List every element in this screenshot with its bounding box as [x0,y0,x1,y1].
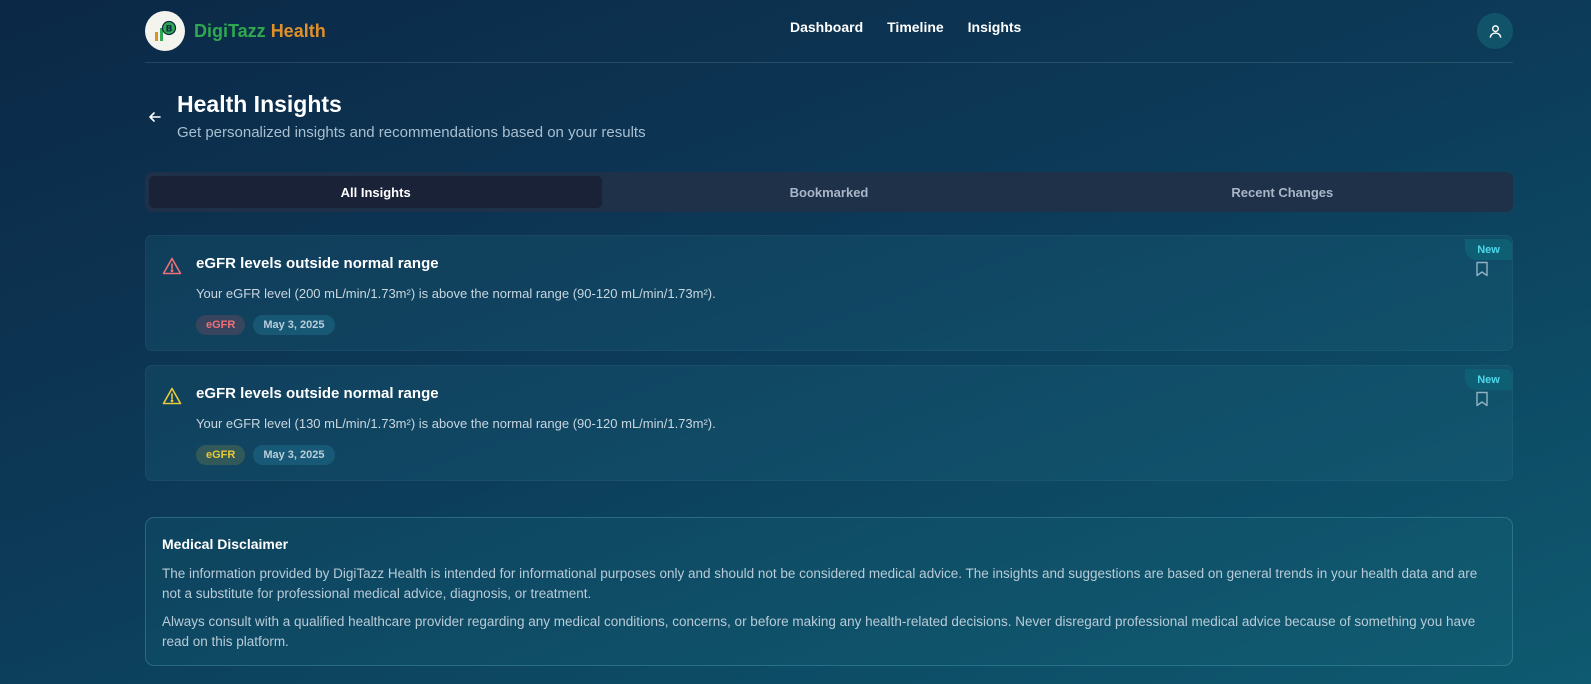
arrow-left-icon [149,112,161,122]
nav-dashboard[interactable]: Dashboard [790,19,863,35]
insight-description: Your eGFR level (200 mL/min/1.73m²) is a… [196,286,716,301]
bookmark-icon[interactable] [1475,261,1489,277]
medical-disclaimer: Medical Disclaimer The information provi… [145,517,1513,666]
insight-title: eGFR levels outside normal range [196,385,439,402]
disclaimer-title: Medical Disclaimer [162,536,289,552]
top-bar: B DigiTazz Health Dashboard Timeline Ins… [145,0,1513,63]
insight-title: eGFR levels outside normal range [196,255,439,272]
insight-tags: eGFR May 3, 2025 [196,445,335,465]
brand-name: DigiTazz Health [194,21,326,42]
date-tag: May 3, 2025 [253,315,335,335]
user-icon [1489,24,1501,38]
heading-text: Health Insights Get personalized insight… [177,90,646,141]
brand-name-part1: DigiTazz [194,20,266,41]
disclaimer-paragraph: The information provided by DigiTazz Hea… [162,566,1478,601]
chart-logo-icon: B [145,11,185,51]
insight-tags: eGFR May 3, 2025 [196,315,335,335]
new-badge: New [1465,369,1512,390]
nav-timeline[interactable]: Timeline [887,19,944,35]
date-tag: May 3, 2025 [253,445,335,465]
page-heading: Health Insights Get personalized insight… [145,90,646,141]
tab-bookmarked[interactable]: Bookmarked [602,176,1055,208]
tab-recent-changes[interactable]: Recent Changes [1056,176,1509,208]
new-badge: New [1465,239,1512,260]
metric-tag[interactable]: eGFR [196,445,246,465]
user-menu-button[interactable] [1477,13,1513,49]
page-title: Health Insights [177,91,342,117]
tab-all-insights[interactable]: All Insights [149,176,603,208]
brand-name-part2: Health [270,20,326,41]
main-nav: Dashboard Timeline Insights [790,19,1021,35]
alert-triangle-icon [162,387,182,405]
alert-triangle-icon [162,257,182,275]
insight-card[interactable]: eGFR levels outside normal range Your eG… [145,235,1513,351]
back-button[interactable] [145,107,165,127]
bookmark-icon[interactable] [1475,391,1489,407]
page-container: B DigiTazz Health Dashboard Timeline Ins… [145,0,1513,666]
svg-text:B: B [166,25,173,35]
insight-card[interactable]: eGFR levels outside normal range Your eG… [145,365,1513,481]
nav-insights[interactable]: Insights [968,19,1022,35]
brand[interactable]: B DigiTazz Health [145,11,326,51]
metric-tag[interactable]: eGFR [196,315,246,335]
insight-tabs: All Insights Bookmarked Recent Changes [145,172,1513,212]
insight-description: Your eGFR level (130 mL/min/1.73m²) is a… [196,416,716,431]
disclaimer-paragraph: Always consult with a qualified healthca… [162,614,1476,649]
page-subtitle: Get personalized insights and recommenda… [177,124,646,141]
